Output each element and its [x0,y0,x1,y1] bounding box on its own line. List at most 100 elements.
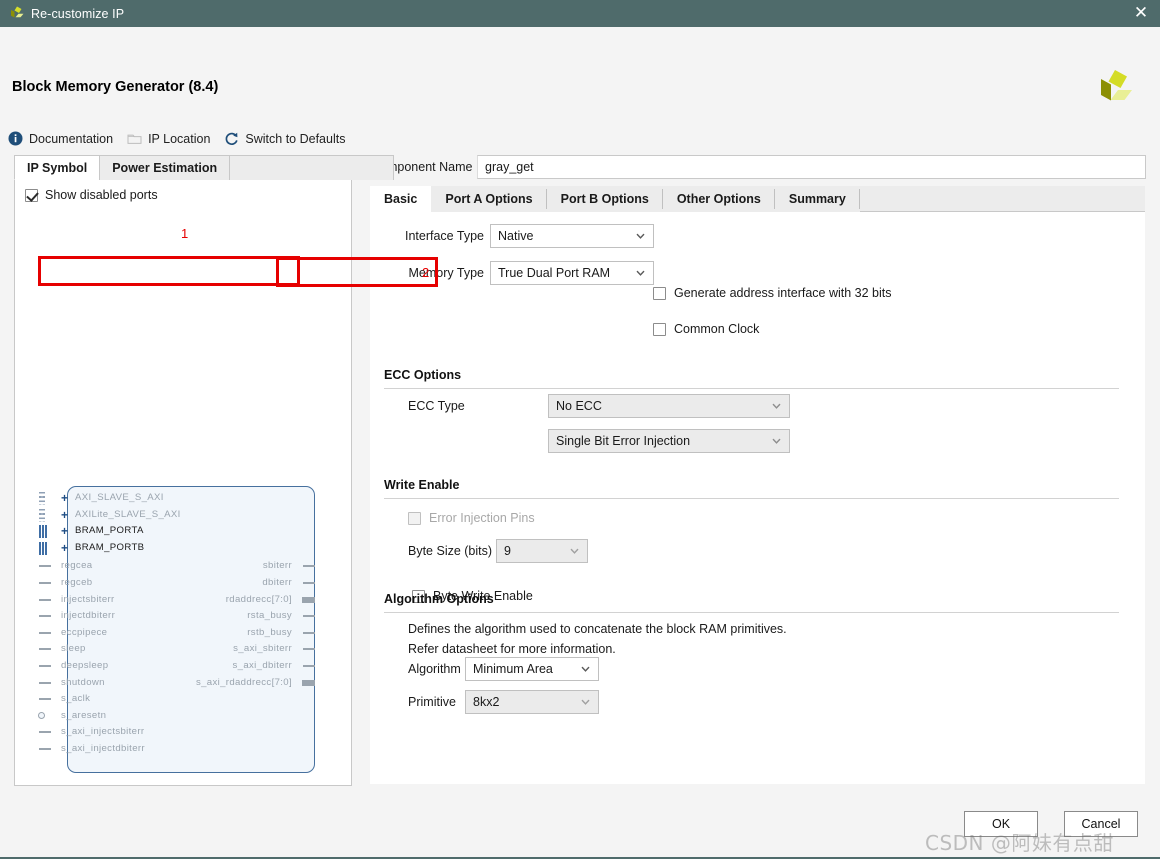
basic-tab-form: Interface Type Native Memory Type True D… [370,212,1145,784]
ip-symbol-bus-label: BRAM_PORTB [75,541,145,553]
expand-icon[interactable]: + [61,541,68,555]
error-injection-pins-checkbox[interactable]: Error Injection Pins [408,511,535,525]
byte-size-label: Byte Size (bits) [408,544,493,558]
pin-connector-icon [303,615,315,618]
chevron-down-icon [772,402,781,411]
component-name-row: Component Name gray_get [369,153,1146,181]
interface-type-select[interactable]: Native [490,224,654,248]
expand-icon[interactable]: + [61,508,68,522]
checkbox-box [408,511,421,525]
tab-ip-symbol[interactable]: IP Symbol [14,155,101,180]
algorithm-value: Minimum Area [473,662,553,676]
ip-symbol-bus-row[interactable]: + AXI_SLAVE_S_AXI [39,491,301,508]
checkbox-box [653,286,666,300]
ip-symbol-input-pin: s_axi_injectsbiterr [39,725,301,742]
tab-summary-label: Summary [788,192,846,206]
byte-size-select[interactable]: 9 [496,539,588,563]
right-panel-tabs: Basic Port A Options Port B Options Othe… [370,186,860,212]
common-clock-checkbox[interactable]: Common Clock [653,322,759,336]
ip-symbol-pin-label: sbiterr [262,560,292,572]
ip-symbol-output-pin: rsta_busy [53,609,315,626]
generate-address-interface-label: Generate address interface with 32 bits [674,286,892,300]
common-clock-label: Common Clock [674,322,760,336]
tab-port-b-options[interactable]: Port B Options [546,186,664,212]
pin-connector-icon [39,748,51,750]
annotation-marker-2: 2 [422,265,430,280]
algorithm-select[interactable]: Minimum Area [465,657,599,681]
ecc-type-select[interactable]: No ECC [548,394,790,418]
ip-symbol-bus-row[interactable]: + BRAM_PORTA [39,524,301,541]
ip-symbol-pin-label: rdaddrecc[7:0] [225,593,292,605]
tab-other-options[interactable]: Other Options [662,186,775,212]
tab-power-estimation[interactable]: Power Estimation [99,155,231,180]
pin-connector-icon [39,631,51,634]
pin-connector-icon [39,681,51,684]
ip-symbol-bus-row[interactable]: + BRAM_PORTB [39,541,301,558]
write-enable-section-divider [384,498,1119,499]
interface-type-value: Native [498,229,534,243]
ecc-section-divider [384,388,1119,389]
ip-symbol-pin-label: dbiterr [262,577,292,588]
tab-basic-label: Basic [384,192,418,206]
tab-basic[interactable]: Basic [370,186,432,212]
primitive-select[interactable]: 8kx2 [465,690,599,714]
ip-symbol-pin-label: s_axi_injectdbiterr [61,743,145,754]
ip-symbol-pin-label: s_axi_rdaddrecc[7:0] [195,676,292,688]
expand-icon[interactable]: + [61,492,68,505]
ip-symbol-output-pin: s_axi_rdaddrecc[7:0] [53,676,315,693]
memory-type-label: Memory Type [408,266,485,280]
pin-connector-icon [303,665,315,667]
window-title: Re-customize IP [31,6,125,21]
chevron-down-icon [570,547,579,556]
pin-connector-icon [39,648,51,651]
show-disabled-ports-label: Show disabled ports [45,188,158,202]
pin-connector-icon [39,665,51,667]
close-icon[interactable]: ✕ [1128,1,1154,27]
header-area: Block Memory Generator (8.4) Documentati… [0,27,1160,146]
ip-symbol-input-pin: s_aresetn [38,709,301,726]
error-injection-type-select[interactable]: Single Bit Error Injection [548,429,790,453]
left-panel-tabs: IP Symbol Power Estimation [14,154,395,180]
ip-symbol-output-pin: s_axi_dbiterr [53,659,315,676]
pin-connector-icon [39,582,51,584]
component-name-input[interactable]: gray_get [477,155,1146,179]
tab-summary[interactable]: Summary [774,186,860,212]
primitive-label: Primitive [408,695,456,709]
tab-power-estimation-label: Power Estimation [112,161,218,175]
tab-ip-symbol-label: IP Symbol [27,160,88,175]
primitive-value: 8kx2 [473,695,500,709]
ip-symbol-input-pin: s_aclk [39,692,301,709]
chevron-down-icon [636,269,645,278]
memory-type-value: True Dual Port RAM [498,266,611,280]
chevron-down-icon [636,232,645,241]
memory-type-select[interactable]: True Dual Port RAM [490,261,654,285]
show-disabled-ports-checkbox[interactable]: Show disabled ports [25,188,158,202]
interface-type-label: Interface Type [405,229,484,243]
page-title: Block Memory Generator (8.4) [12,79,219,95]
pin-connector-icon [39,615,51,618]
byte-size-value: 9 [504,544,511,558]
chevron-down-icon [581,698,590,707]
pin-connector-icon [303,648,315,651]
xilinx-logo-icon [8,6,24,21]
pin-connector-icon [39,565,51,568]
ip-symbol-pin-label: s_axi_injectsbiterr [61,726,145,738]
generate-address-interface-checkbox[interactable]: Generate address interface with 32 bits [653,286,891,300]
ip-symbol-bus-row[interactable]: + AXILite_SLAVE_S_AXI [39,508,301,525]
algorithm-description-line2: Refer datasheet for more information. [408,642,616,656]
ip-symbol-pin-label: s_axi_dbiterr [232,660,292,671]
error-injection-type-value: Single Bit Error Injection [556,434,691,448]
write-enable-section-title: Write Enable [384,478,460,492]
checkbox-box [653,322,666,336]
main-body: IP Symbol Power Estimation Show disabled… [0,131,1160,803]
ecc-options-section-title: ECC Options [384,368,462,382]
tab-port-a-options[interactable]: Port A Options [431,186,547,212]
bus-connector-icon [39,541,47,555]
ip-symbol-bus-label: AXILite_SLAVE_S_AXI [75,508,181,520]
pin-connector-icon [303,565,315,568]
ip-symbol-bus-label: BRAM_PORTA [75,525,144,537]
expand-icon[interactable]: + [61,525,68,538]
window-titlebar: Re-customize IP ✕ [0,0,1160,27]
pin-connector-icon [38,711,45,719]
tab-port-b-label: Port B Options [560,192,649,206]
